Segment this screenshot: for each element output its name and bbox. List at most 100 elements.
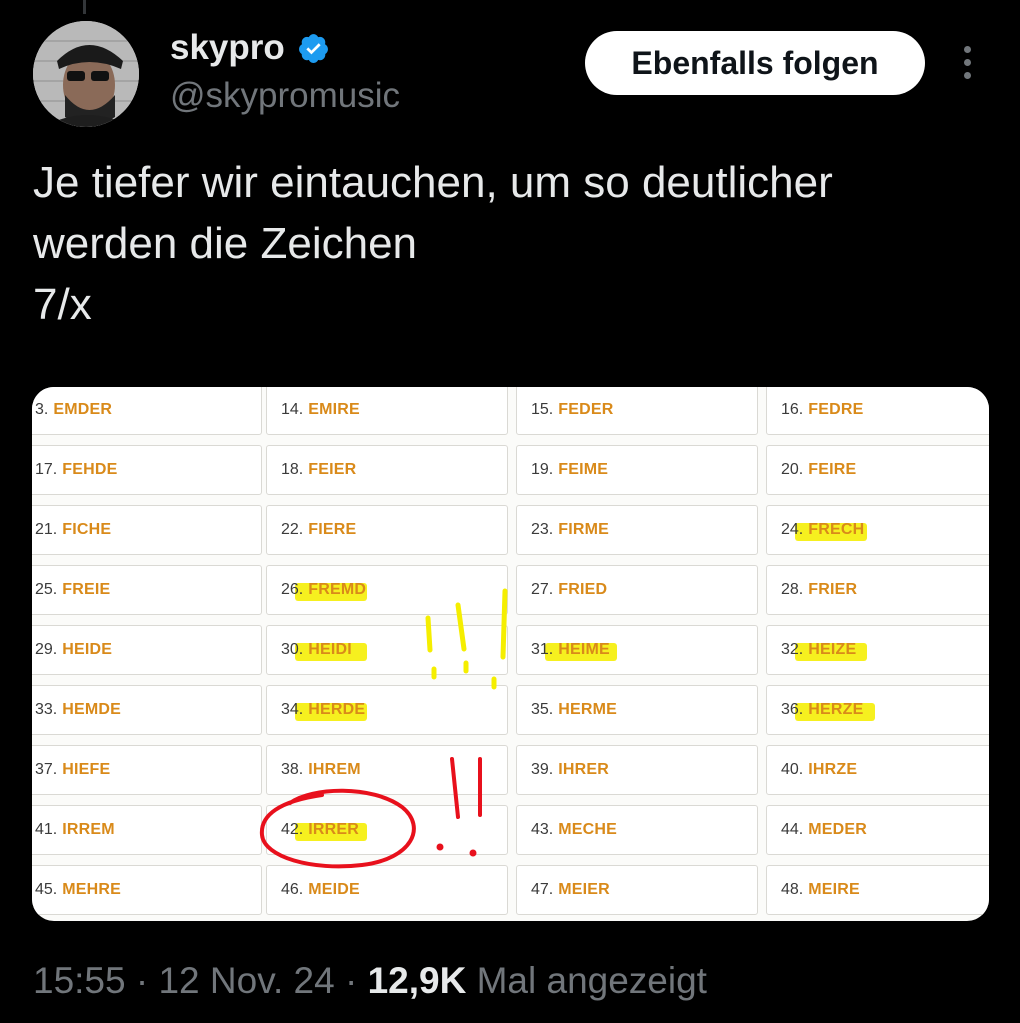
- grid-cell: 38. IHREM: [266, 745, 508, 795]
- grid-cell: 44. MEDER: [766, 805, 989, 855]
- grid-cell-number: 29.: [35, 641, 58, 658]
- grid-cell-number: 35.: [531, 701, 554, 718]
- grid-cell: 14. EMIRE: [266, 387, 508, 435]
- grid-cell-word: MECHE: [558, 821, 618, 838]
- grid-cell-number: 20.: [781, 461, 804, 478]
- grid-cell-number: 38.: [281, 761, 304, 778]
- grid-cell-word: EMIRE: [308, 401, 360, 418]
- grid-cell: 37. HIEFE: [32, 745, 262, 795]
- grid-cell: 48. MEIRE: [766, 865, 989, 915]
- grid-cell: 35. HERME: [516, 685, 758, 735]
- grid-cell: 39. IHRER: [516, 745, 758, 795]
- grid-cell-number: 22.: [281, 521, 304, 538]
- grid-cell-word: HIEFE: [62, 761, 111, 778]
- grid-cell-number: 48.: [781, 881, 804, 898]
- grid-cell: 19. FEIME: [516, 445, 758, 495]
- grid-cell: 15. FEDER: [516, 387, 758, 435]
- grid-cell-word: MEHRE: [62, 881, 122, 898]
- grid-cell-word: FEIER: [308, 461, 357, 478]
- grid-cell: 33. HEMDE: [32, 685, 262, 735]
- grid-cell: 47. MEIER: [516, 865, 758, 915]
- grid-cell: 46. MEIDE: [266, 865, 508, 915]
- grid-cell: 43. MECHE: [516, 805, 758, 855]
- grid-cell-number: 28.: [781, 581, 804, 598]
- grid-cell-word: HEIDI: [308, 641, 352, 658]
- grid-cell-word: HEMDE: [62, 701, 122, 718]
- grid-cell-word: HERME: [558, 701, 618, 718]
- tweet-time[interactable]: 15:55: [33, 960, 126, 1001]
- grid-cell: 20. FEIRE: [766, 445, 989, 495]
- grid-cell-number: 47.: [531, 881, 554, 898]
- grid-cell-word: FIRME: [558, 521, 610, 538]
- grid-cell-number: 3.: [35, 401, 49, 418]
- author-display-name[interactable]: skypro: [170, 28, 330, 68]
- grid-cell: 29. HEIDE: [32, 625, 262, 675]
- grid-cell: 40. IHRZE: [766, 745, 989, 795]
- grid-cell: 36. HERZE: [766, 685, 989, 735]
- grid-cell: 16. FEDRE: [766, 387, 989, 435]
- grid-cell: 42. IRRER: [266, 805, 508, 855]
- grid-cell-word: HERDE: [308, 701, 366, 718]
- grid-cell-number: 23.: [531, 521, 554, 538]
- grid-cell-number: 39.: [531, 761, 554, 778]
- grid-cell: 24. FRECH: [766, 505, 989, 555]
- grid-cell-word: FEDER: [558, 401, 614, 418]
- grid-cell: 25. FREIE: [32, 565, 262, 615]
- grid-cell: 17. FEHDE: [32, 445, 262, 495]
- more-dots-icon[interactable]: [952, 42, 982, 86]
- grid-cell-word: IHREM: [308, 761, 361, 778]
- grid-cell: 3. EMDER: [32, 387, 262, 435]
- meta-separator: ·: [344, 960, 358, 1001]
- avatar[interactable]: [33, 21, 139, 127]
- grid-cell-word: HERZE: [808, 701, 864, 718]
- grid-cell-number: 25.: [35, 581, 58, 598]
- tweet-image[interactable]: 3. EMDER 14. EMIRE 15. FEDER 16. FEDRE 17. FEHDE 1…: [32, 387, 989, 921]
- grid-cell-number: 15.: [531, 401, 554, 418]
- author-handle[interactable]: @skypromusic: [170, 76, 400, 116]
- grid-cell-word: HEIZE: [808, 641, 857, 658]
- grid-cell-word: MEIER: [558, 881, 610, 898]
- grid-cell-number: 32.: [781, 641, 804, 658]
- grid-cell-number: 42.: [281, 821, 304, 838]
- grid-cell-word: FRECH: [808, 521, 865, 538]
- grid-cell-number: 21.: [35, 521, 58, 538]
- grid-cell-word: FEIME: [558, 461, 609, 478]
- verified-badge-icon: [298, 33, 328, 63]
- grid-cell-number: 41.: [35, 821, 58, 838]
- avatar-image: [33, 21, 139, 127]
- grid-cell-word: IRREM: [62, 821, 115, 838]
- display-name-text[interactable]: skypro: [170, 28, 285, 68]
- grid-cell-number: 19.: [531, 461, 554, 478]
- grid-cell: 27. FRIED: [516, 565, 758, 615]
- grid-cell: 18. FEIER: [266, 445, 508, 495]
- grid-cell-number: 18.: [281, 461, 304, 478]
- grid-cell-number: 30.: [281, 641, 304, 658]
- grid-cell: 23. FIRME: [516, 505, 758, 555]
- grid-cell: 31. HEIME: [516, 625, 758, 675]
- thread-connector-line: [83, 0, 86, 14]
- grid-cell-word: FEIRE: [808, 461, 857, 478]
- grid-cell: 28. FRIER: [766, 565, 989, 615]
- grid-cell-word: EMDER: [53, 401, 113, 418]
- grid-cell: 30. HEIDI: [266, 625, 508, 675]
- grid-cell: 45. MEHRE: [32, 865, 262, 915]
- grid-cell-number: 26.: [281, 581, 304, 598]
- grid-cell-number: 43.: [531, 821, 554, 838]
- grid-cell-number: 14.: [281, 401, 304, 418]
- grid-cell-number: 46.: [281, 881, 304, 898]
- grid-cell-number: 31.: [531, 641, 554, 658]
- grid-cell-word: HEIDE: [62, 641, 113, 658]
- grid-cell-number: 24.: [781, 521, 804, 538]
- grid-cell-number: 17.: [35, 461, 58, 478]
- tweet-date[interactable]: 12 Nov. 24: [158, 960, 334, 1001]
- grid-cell-number: 37.: [35, 761, 58, 778]
- grid-cell-number: 45.: [35, 881, 58, 898]
- grid-cell-word: IHRZE: [808, 761, 858, 778]
- grid-cell-word: FEDRE: [808, 401, 864, 418]
- grid-cell: 32. HEIZE: [766, 625, 989, 675]
- views-count: 12,9K: [367, 960, 467, 1001]
- grid-cell-word: MEIDE: [308, 881, 360, 898]
- grid-cell-word: MEIRE: [808, 881, 860, 898]
- grid-cell-number: 44.: [781, 821, 804, 838]
- follow-button[interactable]: Ebenfalls folgen: [585, 31, 925, 95]
